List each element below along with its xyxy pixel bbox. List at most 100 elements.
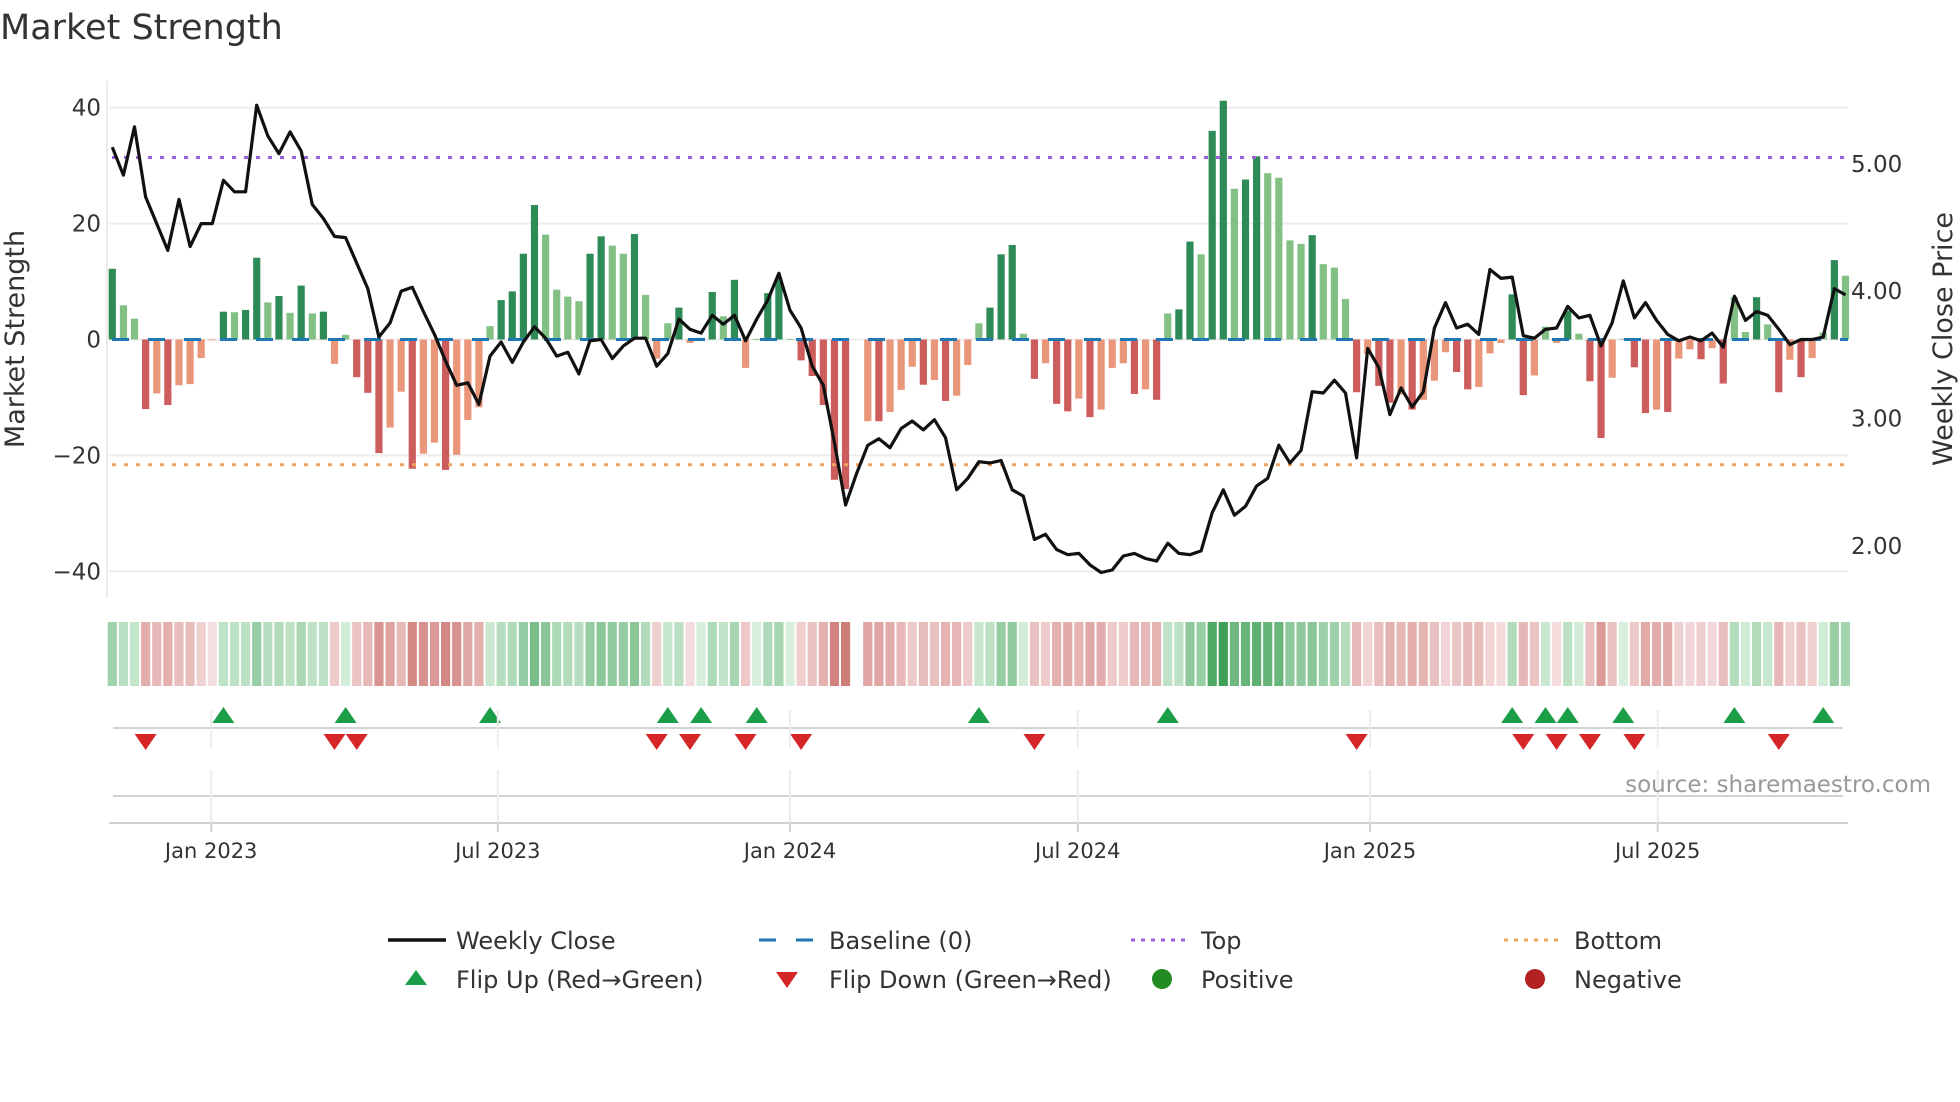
- heat-cell: [485, 622, 495, 686]
- heat-cell: [152, 622, 162, 686]
- heat-cell: [1207, 622, 1217, 686]
- heat-cell: [229, 622, 240, 686]
- heat-cell: [1751, 622, 1762, 686]
- flip-up-marker: [967, 707, 990, 723]
- heat-cell: [1263, 622, 1273, 686]
- heat-cell: [1318, 622, 1328, 686]
- heat-cell: [1163, 622, 1173, 686]
- x-tick-label: Jul 2025: [1613, 839, 1700, 863]
- heat-cell: [1618, 622, 1628, 686]
- heat-cell: [1307, 622, 1317, 686]
- heat-cell: [1763, 622, 1773, 686]
- strength-bar: [297, 285, 305, 340]
- strength-bar: [1519, 339, 1527, 396]
- strength-bar: [1697, 339, 1705, 360]
- heat-cell: [1629, 622, 1639, 686]
- heat-cell: [385, 622, 395, 686]
- heat-cell: [1440, 622, 1451, 686]
- strength-bar: [1497, 339, 1505, 343]
- flip-up-marker: [1723, 707, 1746, 723]
- strength-bar: [1441, 339, 1450, 353]
- flip-down-marker: [1512, 734, 1535, 750]
- heat-cell: [1107, 622, 1117, 686]
- heat-cell: [963, 622, 973, 686]
- heat-cell: [1685, 622, 1695, 686]
- heat-cell: [1174, 622, 1184, 686]
- heat-cell: [696, 622, 706, 686]
- legend-label: Weekly Close: [456, 927, 616, 955]
- strength-bar: [1797, 339, 1805, 378]
- heat-cell: [1596, 622, 1606, 686]
- strength-bar: [1652, 339, 1661, 410]
- strength-bar: [119, 305, 128, 340]
- heat-cell: [1829, 622, 1839, 686]
- strength-bar: [597, 236, 605, 340]
- strength-bar: [953, 339, 961, 396]
- heat-cell: [1585, 622, 1595, 686]
- strength-bar: [1319, 264, 1327, 340]
- heat-cell: [1607, 622, 1617, 686]
- heat-cell: [1063, 622, 1073, 686]
- heat-cell: [996, 622, 1006, 686]
- heat-cell: [1663, 622, 1673, 686]
- heat-cell: [1218, 622, 1228, 686]
- x-tick-label: Jul 2024: [1033, 839, 1120, 863]
- heat-cell: [640, 622, 651, 686]
- heat-cell: [1840, 622, 1851, 686]
- strength-bar: [375, 339, 383, 454]
- heat-cell: [1085, 622, 1095, 686]
- heat-cell: [585, 622, 595, 686]
- strength-bar: [430, 339, 439, 443]
- heat-cell: [1285, 622, 1295, 686]
- heat-cell: [285, 622, 295, 686]
- strength-bar: [1775, 339, 1783, 393]
- strength-bar: [1186, 241, 1194, 340]
- heat-cell: [296, 622, 306, 686]
- heat-cell: [685, 622, 695, 686]
- strength-bar: [319, 311, 327, 340]
- heat-cell: [774, 622, 784, 686]
- flip-down-marker: [645, 734, 668, 750]
- heat-cell: [896, 622, 906, 686]
- strength-bar: [997, 254, 1005, 340]
- heat-cell: [1185, 622, 1195, 686]
- strength-bar: [1597, 339, 1605, 439]
- strength-bar: [1141, 339, 1150, 390]
- strength-bar: [930, 339, 939, 381]
- strength-bar: [364, 339, 372, 393]
- heat-cell: [318, 622, 328, 686]
- heat-cell: [263, 622, 273, 686]
- legend-label: Positive: [1201, 966, 1294, 994]
- strength-bar: [1486, 339, 1494, 354]
- y2-axis-title: Weekly Close Price: [1928, 212, 1959, 466]
- y2-tick-label: 4.00: [1851, 279, 1902, 305]
- strength-bar: [841, 339, 850, 490]
- heat-cell: [1674, 622, 1684, 686]
- heat-cell: [1118, 622, 1128, 686]
- heat-cell: [652, 622, 662, 686]
- strength-bar: [1386, 339, 1394, 403]
- strength-bar: [186, 339, 194, 385]
- strength-bar: [219, 311, 227, 340]
- strength-bar: [797, 339, 805, 361]
- heat-cell: [874, 622, 884, 686]
- strength-bar: [1586, 339, 1594, 382]
- strength-bar: [541, 234, 550, 340]
- heat-cell: [974, 622, 984, 686]
- heat-cell: [885, 622, 895, 686]
- strength-bar: [1575, 333, 1583, 340]
- strength-bar: [730, 279, 739, 340]
- legend: Weekly Close Baseline (0) Top Bottom Flip Up…: [388, 927, 1682, 994]
- strength-bar: [1175, 309, 1183, 340]
- flip-down-marker: [1767, 734, 1790, 750]
- heat-cell: [940, 622, 951, 686]
- strength-bar: [130, 318, 139, 340]
- heat-cell: [196, 622, 206, 686]
- heat-cell: [1485, 622, 1495, 686]
- strength-bar: [553, 289, 561, 340]
- strength-bar: [1275, 177, 1283, 340]
- heat-cell: [985, 622, 995, 686]
- heat-cell: [1274, 622, 1284, 686]
- heat-cell: [1463, 622, 1473, 686]
- strength-bar: [1508, 294, 1516, 340]
